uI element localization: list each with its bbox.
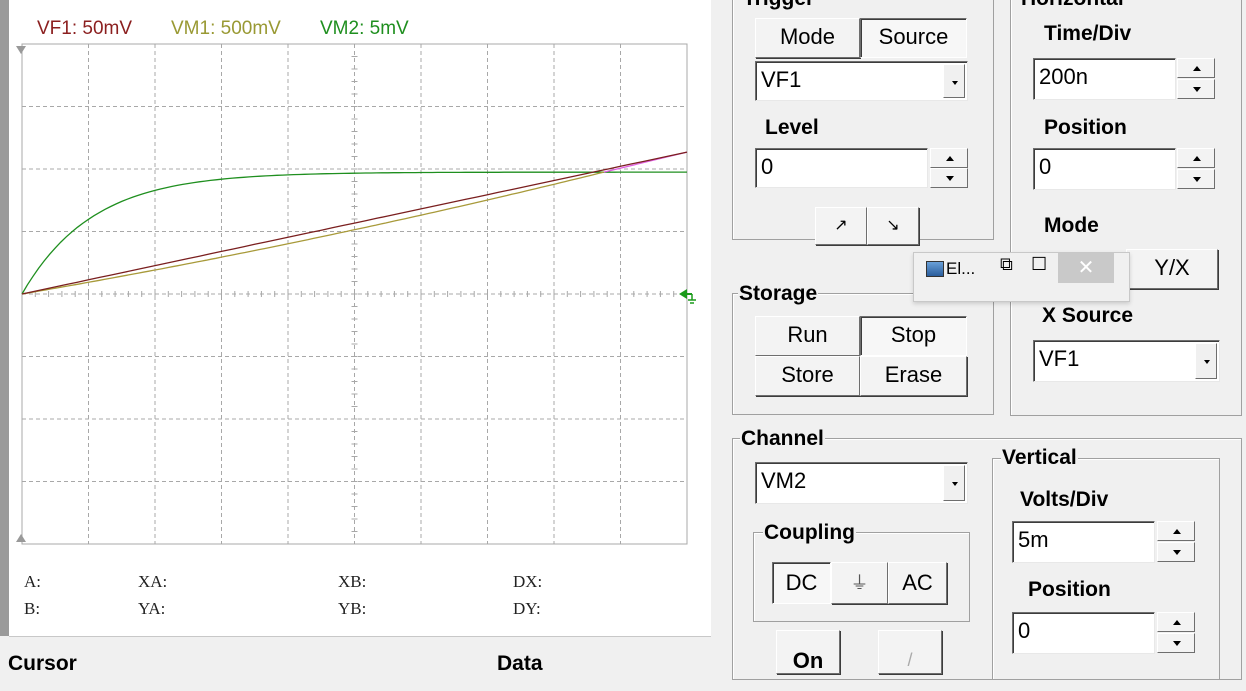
trigger-level-stepper[interactable] bbox=[930, 148, 968, 188]
stop-button[interactable]: Stop bbox=[860, 316, 967, 356]
channel-on-button[interactable]: On bbox=[776, 630, 840, 674]
vertical-position-value: 0 bbox=[1018, 618, 1031, 643]
channel-label-vm2: VM2: 5mV bbox=[320, 18, 409, 39]
probe-icon: / bbox=[907, 650, 913, 670]
spin-up-icon[interactable] bbox=[1157, 612, 1195, 632]
spin-down-icon[interactable] bbox=[1157, 542, 1195, 562]
horizontal-position-value: 0 bbox=[1039, 154, 1052, 179]
vertical-position-stepper[interactable] bbox=[1157, 612, 1195, 654]
voltsdiv-value: 5m bbox=[1018, 527, 1049, 552]
channel-title: Channel bbox=[740, 427, 825, 450]
trigger-level-value: 0 bbox=[761, 154, 774, 179]
readout-dy: DY: bbox=[513, 599, 541, 618]
ground-marker-icon bbox=[679, 289, 687, 299]
vertical-position-label: Position bbox=[1028, 578, 1111, 601]
readout-xb: XB: bbox=[338, 572, 367, 591]
spin-down-icon[interactable] bbox=[1177, 169, 1215, 189]
erase-button[interactable]: Erase bbox=[860, 356, 967, 396]
close-icon[interactable]: ✕ bbox=[1058, 253, 1114, 283]
coupling-title: Coupling bbox=[763, 521, 856, 544]
scope-plot[interactable] bbox=[9, 40, 711, 560]
coupling-gnd-button[interactable]: ⏚ bbox=[831, 562, 888, 604]
vertical-title: Vertical bbox=[1001, 446, 1078, 469]
voltsdiv-label: Volts/Div bbox=[1020, 488, 1109, 511]
chevron-down-icon[interactable] bbox=[943, 64, 965, 98]
voltsdiv-input[interactable]: 5m bbox=[1012, 521, 1155, 563]
spin-down-icon[interactable] bbox=[1157, 633, 1195, 653]
coupling-ac-button[interactable]: AC bbox=[888, 562, 947, 604]
horizontal-mode-label: Mode bbox=[1044, 214, 1099, 237]
x-source-value: VF1 bbox=[1039, 346, 1080, 371]
spin-down-icon[interactable] bbox=[1177, 79, 1215, 99]
yx-mode-button[interactable]: Y/X bbox=[1126, 249, 1218, 289]
timediv-label: Time/Div bbox=[1044, 22, 1132, 45]
trigger-rising-edge-button[interactable]: ↗ bbox=[815, 207, 867, 245]
vertical-position-input[interactable]: 0 bbox=[1012, 612, 1155, 654]
cursor-section-title: Cursor bbox=[8, 652, 77, 675]
chevron-down-icon[interactable] bbox=[943, 465, 965, 501]
minimized-window[interactable]: El... ⧉ ☐ ✕ bbox=[913, 252, 1130, 302]
trigger-title: Trigger bbox=[742, 0, 816, 10]
chevron-down-icon[interactable] bbox=[1195, 343, 1217, 379]
maximize-icon[interactable]: ☐ bbox=[1031, 254, 1047, 275]
trigger-level-label: Level bbox=[765, 116, 819, 139]
readout-a: A: bbox=[24, 572, 41, 591]
storage-title: Storage bbox=[738, 282, 819, 305]
timediv-input[interactable]: 200n bbox=[1033, 58, 1176, 100]
cursor-b-marker-icon bbox=[16, 534, 26, 542]
mini-window-title: El... bbox=[946, 259, 976, 278]
scope-left-edge bbox=[0, 0, 9, 636]
voltsdiv-stepper[interactable] bbox=[1157, 521, 1195, 563]
trigger-mode-button[interactable]: Mode bbox=[755, 18, 860, 58]
horizontal-position-label: Position bbox=[1044, 116, 1127, 139]
x-source-select[interactable]: VF1 bbox=[1033, 340, 1220, 382]
falling-edge-icon: ↘ bbox=[886, 217, 900, 234]
timediv-value: 200n bbox=[1039, 64, 1088, 89]
spin-up-icon[interactable] bbox=[1177, 148, 1215, 168]
horizontal-title: Horizontal bbox=[1020, 0, 1125, 10]
horizontal-position-stepper[interactable] bbox=[1177, 148, 1215, 190]
coupling-dc-button[interactable]: DC bbox=[772, 562, 831, 604]
readout-dx: DX: bbox=[513, 572, 543, 591]
timediv-stepper[interactable] bbox=[1177, 58, 1215, 100]
channel-label-vm1: VM1: 500mV bbox=[171, 18, 281, 39]
channel-label-vf1: VF1: 50mV bbox=[37, 18, 133, 39]
trigger-level-input[interactable]: 0 bbox=[755, 148, 928, 188]
ground-icon: ⏚ bbox=[850, 573, 869, 593]
cursor-a-marker-icon bbox=[16, 46, 26, 54]
scope-panel: VF1: 50mV VM1: 500mV VM2: 5mV A: B: XA: … bbox=[0, 0, 713, 640]
trigger-source-value: VF1 bbox=[761, 67, 802, 92]
channel-select[interactable]: VM2 bbox=[755, 462, 968, 504]
readout-ya: YA: bbox=[138, 599, 166, 618]
readout-yb: YB: bbox=[338, 599, 367, 618]
trigger-source-button[interactable]: Source bbox=[860, 18, 967, 58]
data-section-title: Data bbox=[497, 652, 543, 675]
spin-up-icon[interactable] bbox=[930, 148, 968, 168]
trigger-source-select[interactable]: VF1 bbox=[755, 61, 968, 101]
spin-down-icon[interactable] bbox=[930, 168, 968, 188]
probe-button[interactable]: / bbox=[878, 630, 942, 674]
spin-up-icon[interactable] bbox=[1157, 521, 1195, 541]
app-icon bbox=[926, 261, 944, 277]
rising-edge-icon: ↗ bbox=[834, 217, 848, 234]
horizontal-position-input[interactable]: 0 bbox=[1033, 148, 1176, 190]
restore-icon[interactable]: ⧉ bbox=[1000, 254, 1013, 275]
grid bbox=[21, 43, 688, 545]
run-button[interactable]: Run bbox=[755, 316, 860, 356]
x-source-label: X Source bbox=[1042, 304, 1134, 327]
readout-b: B: bbox=[24, 599, 41, 618]
spin-up-icon[interactable] bbox=[1177, 58, 1215, 78]
trigger-falling-edge-button[interactable]: ↘ bbox=[867, 207, 919, 245]
channel-value: VM2 bbox=[761, 468, 807, 493]
readout-xa: XA: bbox=[138, 572, 168, 591]
store-button[interactable]: Store bbox=[755, 356, 860, 396]
